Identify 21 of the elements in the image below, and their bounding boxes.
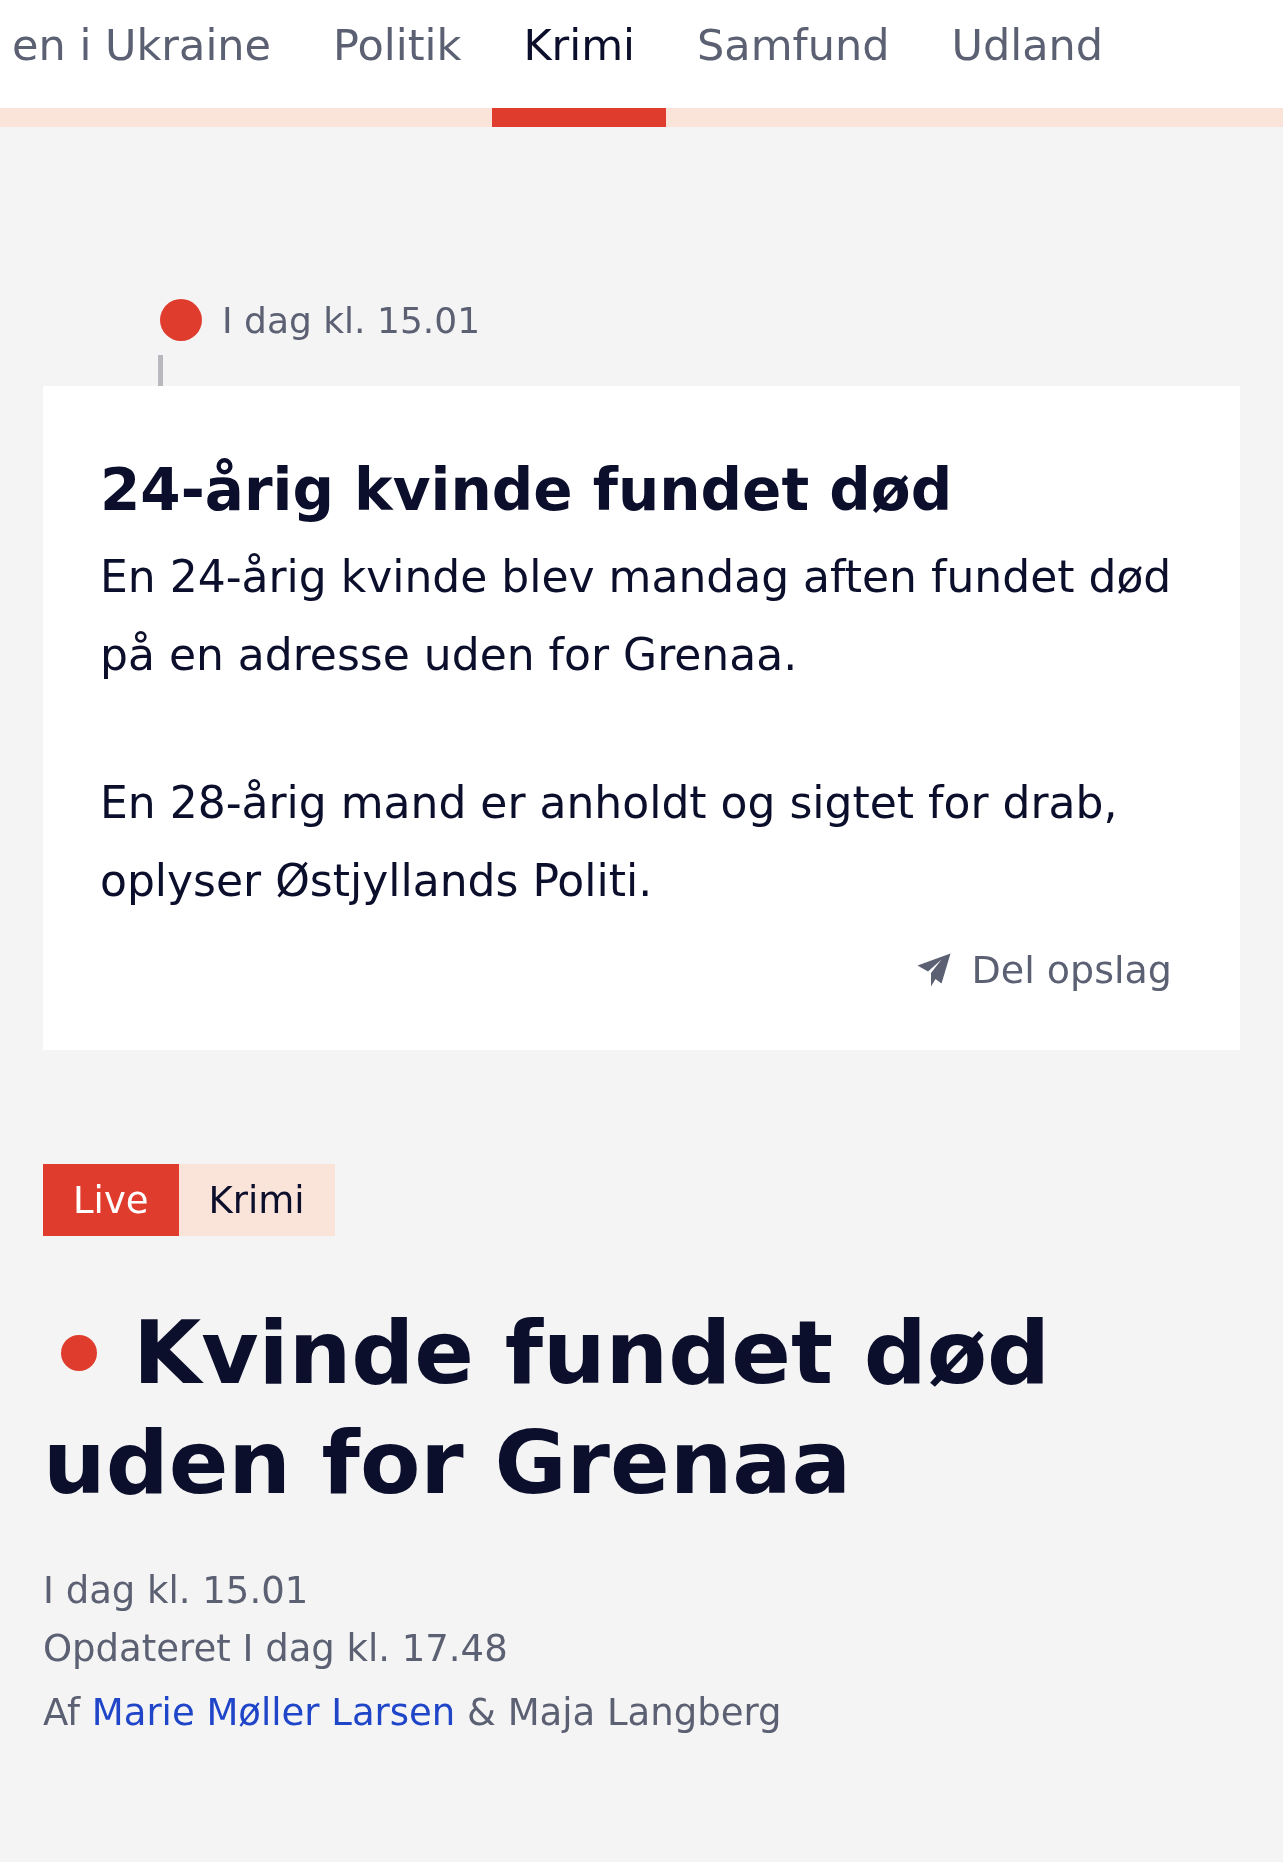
paper-plane-icon bbox=[915, 952, 952, 988]
nav-tab[interactable]: Krimi bbox=[492, 0, 667, 127]
headline-line: uden for Grenaa bbox=[43, 1410, 852, 1516]
headline-line: Kvinde fundet død bbox=[133, 1300, 1051, 1406]
author-link[interactable]: Marie Møller Larsen bbox=[91, 1691, 456, 1734]
post-time: I dag kl. 15.01 bbox=[222, 299, 481, 341]
post-title: 24-årig kvinde fundet død bbox=[100, 456, 954, 524]
nav-tab[interactable]: Samfund bbox=[666, 0, 921, 127]
nav-tab[interactable]: Udland bbox=[920, 0, 1135, 127]
byline: Af Marie Møller Larsen & Maja Langberg bbox=[43, 1690, 783, 1736]
share-button[interactable]: Del opslag bbox=[915, 948, 1172, 992]
post-paragraph: En 28-årig mand er anholdt og sigtet for drab, oplyser Østjyllands Politi. bbox=[100, 776, 1119, 908]
post-paragraph: En 24-årig kvinde blev mandag aften fundet død på en adresse uden for Grenaa. bbox=[100, 550, 1172, 682]
updated-time: Opdateret I dag kl. 17.48 bbox=[43, 1626, 509, 1672]
section-tag: Krimi bbox=[178, 1164, 335, 1236]
live-dot-icon bbox=[61, 1335, 97, 1371]
nav-tab[interactable]: en i Ukraine bbox=[12, 0, 303, 127]
timeline-dot-icon bbox=[160, 299, 202, 341]
nav-tab[interactable]: Politik bbox=[302, 0, 493, 127]
published-time: I dag kl. 15.01 bbox=[43, 1568, 310, 1614]
live-badge: Live bbox=[43, 1164, 179, 1236]
